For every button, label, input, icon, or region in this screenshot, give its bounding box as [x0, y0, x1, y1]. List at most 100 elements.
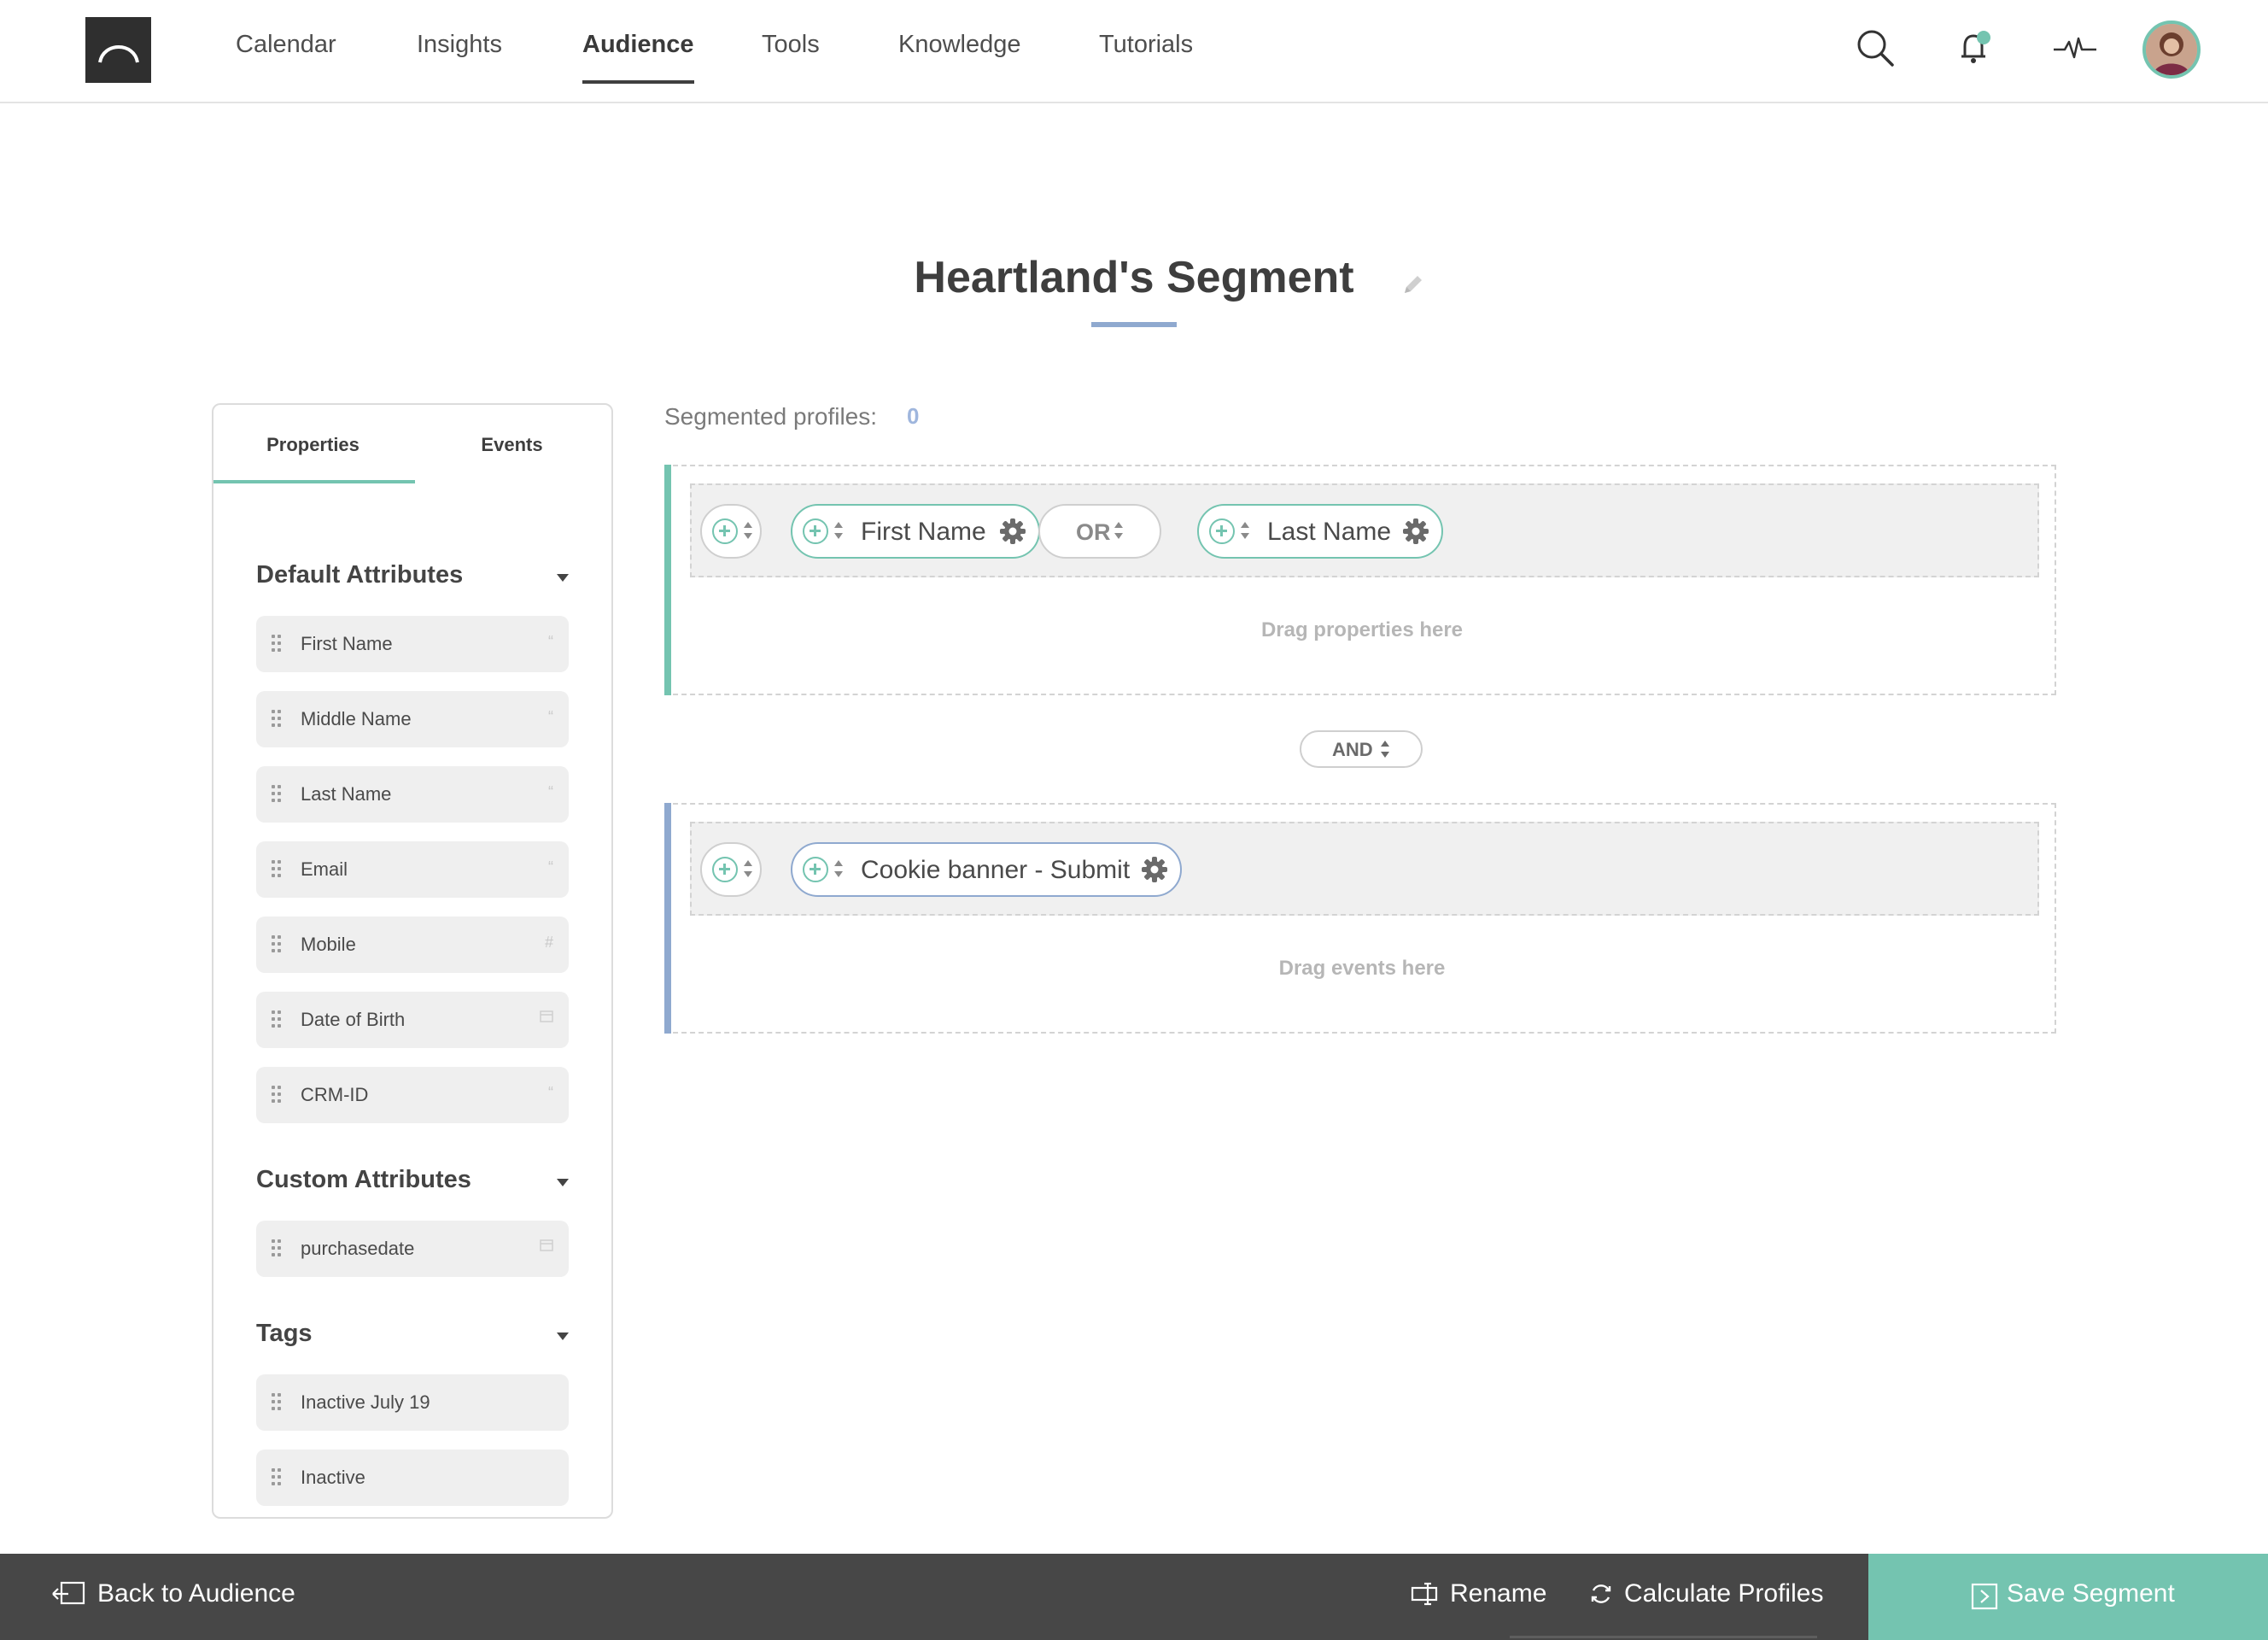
- quote-icon: “: [548, 858, 553, 876]
- add-condition-button[interactable]: [700, 504, 762, 559]
- drop-hint-properties[interactable]: Drag properties here: [666, 618, 2058, 642]
- bell-icon[interactable]: [1952, 26, 1996, 70]
- caret-down-icon[interactable]: [557, 1179, 569, 1186]
- property-condition-group: First Name OR Last Name Drag properties …: [664, 465, 2056, 695]
- condition-pill-last-name[interactable]: Last Name: [1197, 504, 1443, 559]
- drag-handle-icon[interactable]: [272, 1239, 284, 1258]
- attribute-item[interactable]: First Name “: [256, 616, 569, 672]
- group-accent-bar: [664, 803, 671, 1034]
- section-title-default-attributes: Default Attributes: [256, 561, 464, 589]
- attribute-item[interactable]: CRM-ID “: [256, 1067, 569, 1123]
- event-condition-group: Cookie banner - Submit Drag events here: [664, 803, 2056, 1034]
- nav-insights[interactable]: Insights: [417, 31, 502, 85]
- property-condition-row: First Name OR Last Name: [690, 483, 2039, 577]
- gear-icon[interactable]: [1402, 518, 1429, 545]
- event-condition-row: Cookie banner - Submit: [690, 822, 2039, 916]
- nav-audience[interactable]: Audience: [582, 31, 694, 85]
- plus-icon[interactable]: [1209, 518, 1235, 544]
- drag-handle-icon[interactable]: [272, 1468, 284, 1487]
- activity-icon[interactable]: [2053, 26, 2097, 70]
- drag-handle-icon[interactable]: [272, 1086, 284, 1104]
- hash-icon: #: [544, 934, 553, 951]
- nav-knowledge[interactable]: Knowledge: [898, 31, 1021, 85]
- group-join-toggle[interactable]: AND: [1300, 730, 1423, 768]
- plus-icon[interactable]: [803, 518, 828, 544]
- rename-label: Rename: [1450, 1579, 1547, 1608]
- page-title: Heartland's Segment: [914, 253, 1354, 302]
- add-condition-button[interactable]: [700, 842, 762, 897]
- section-title-custom-attributes: Custom Attributes: [256, 1166, 471, 1193]
- app-logo[interactable]: [85, 17, 151, 83]
- attribute-item[interactable]: Last Name “: [256, 766, 569, 823]
- avatar[interactable]: [2142, 20, 2201, 79]
- search-icon[interactable]: [1853, 26, 1897, 70]
- drag-handle-icon[interactable]: [272, 1393, 284, 1412]
- save-label: Save Segment: [2007, 1579, 2175, 1608]
- plus-icon[interactable]: [803, 857, 828, 882]
- notification-dot: [1977, 31, 1990, 44]
- plus-icon: [712, 857, 738, 882]
- attribute-label: Date of Birth: [301, 1009, 406, 1030]
- tag-item[interactable]: Inactive: [256, 1450, 569, 1506]
- plus-icon: [712, 518, 738, 544]
- tag-label: Inactive July 19: [301, 1391, 430, 1413]
- attribute-label: Email: [301, 858, 348, 880]
- attribute-item[interactable]: Middle Name “: [256, 691, 569, 747]
- save-segment-button[interactable]: Save Segment: [1868, 1554, 2268, 1640]
- gear-icon[interactable]: [999, 518, 1026, 545]
- sort-arrows-icon[interactable]: [833, 521, 844, 542]
- attribute-item[interactable]: purchasedate: [256, 1221, 569, 1277]
- condition-pill-first-name[interactable]: First Name: [791, 504, 1040, 559]
- operator-toggle-or[interactable]: OR: [1038, 504, 1161, 559]
- save-icon: [1971, 1583, 1998, 1610]
- attribute-item[interactable]: Date of Birth: [256, 992, 569, 1048]
- section-title-tags: Tags: [256, 1320, 313, 1347]
- group-accent-bar: [664, 465, 671, 695]
- drag-handle-icon[interactable]: [272, 635, 284, 653]
- active-tab-indicator: [213, 480, 415, 483]
- attribute-item[interactable]: Mobile #: [256, 917, 569, 973]
- sort-arrows-icon: [1114, 521, 1124, 542]
- gear-icon[interactable]: [1141, 856, 1168, 883]
- drop-hint-events[interactable]: Drag events here: [666, 957, 2058, 981]
- drag-handle-icon[interactable]: [272, 935, 284, 954]
- drag-handle-icon[interactable]: [272, 860, 284, 879]
- calculate-underline: [1510, 1636, 1817, 1638]
- condition-label: Cookie banner - Submit: [861, 856, 1131, 884]
- pencil-icon[interactable]: [1400, 272, 1426, 297]
- caret-down-icon[interactable]: [557, 1332, 569, 1340]
- drag-handle-icon[interactable]: [272, 710, 284, 729]
- top-navigation: Calendar Insights Audience Tools Knowled…: [0, 0, 2268, 103]
- sort-arrows-icon: [743, 521, 753, 542]
- sort-arrows-icon: [743, 859, 753, 880]
- quote-icon: “: [548, 708, 553, 725]
- calendar-icon: [540, 1238, 553, 1256]
- logo-arch-icon: [97, 44, 139, 63]
- sort-arrows-icon[interactable]: [833, 859, 844, 880]
- calculate-profiles-button[interactable]: Calculate Profiles: [1588, 1579, 1823, 1608]
- tab-events[interactable]: Events: [412, 434, 611, 456]
- nav-calendar[interactable]: Calendar: [236, 31, 336, 85]
- attribute-label: First Name: [301, 633, 393, 654]
- nav-tools[interactable]: Tools: [762, 31, 820, 85]
- attribute-label: purchasedate: [301, 1238, 415, 1259]
- sort-arrows-icon: [1381, 741, 1389, 758]
- drag-handle-icon[interactable]: [272, 1010, 284, 1029]
- tab-properties[interactable]: Properties: [213, 434, 412, 456]
- condition-pill-cookie-banner[interactable]: Cookie banner - Submit: [791, 842, 1182, 897]
- calculate-label: Calculate Profiles: [1624, 1579, 1824, 1608]
- rename-button[interactable]: Rename: [1411, 1579, 1546, 1608]
- segmented-profiles-label: Segmented profiles:: [664, 403, 878, 430]
- back-to-audience-button[interactable]: Back to Audience: [51, 1579, 295, 1608]
- nav-tutorials[interactable]: Tutorials: [1099, 31, 1193, 85]
- attribute-label: CRM-ID: [301, 1084, 369, 1105]
- sort-arrows-icon[interactable]: [1240, 521, 1250, 542]
- drag-handle-icon[interactable]: [272, 785, 284, 804]
- rename-icon: [1411, 1582, 1438, 1606]
- caret-down-icon[interactable]: [557, 574, 569, 582]
- tag-item[interactable]: Inactive July 19: [256, 1374, 569, 1431]
- back-label: Back to Audience: [97, 1579, 295, 1608]
- attribute-label: Mobile: [301, 934, 356, 955]
- attribute-item[interactable]: Email “: [256, 841, 569, 898]
- quote-icon: “: [548, 783, 553, 800]
